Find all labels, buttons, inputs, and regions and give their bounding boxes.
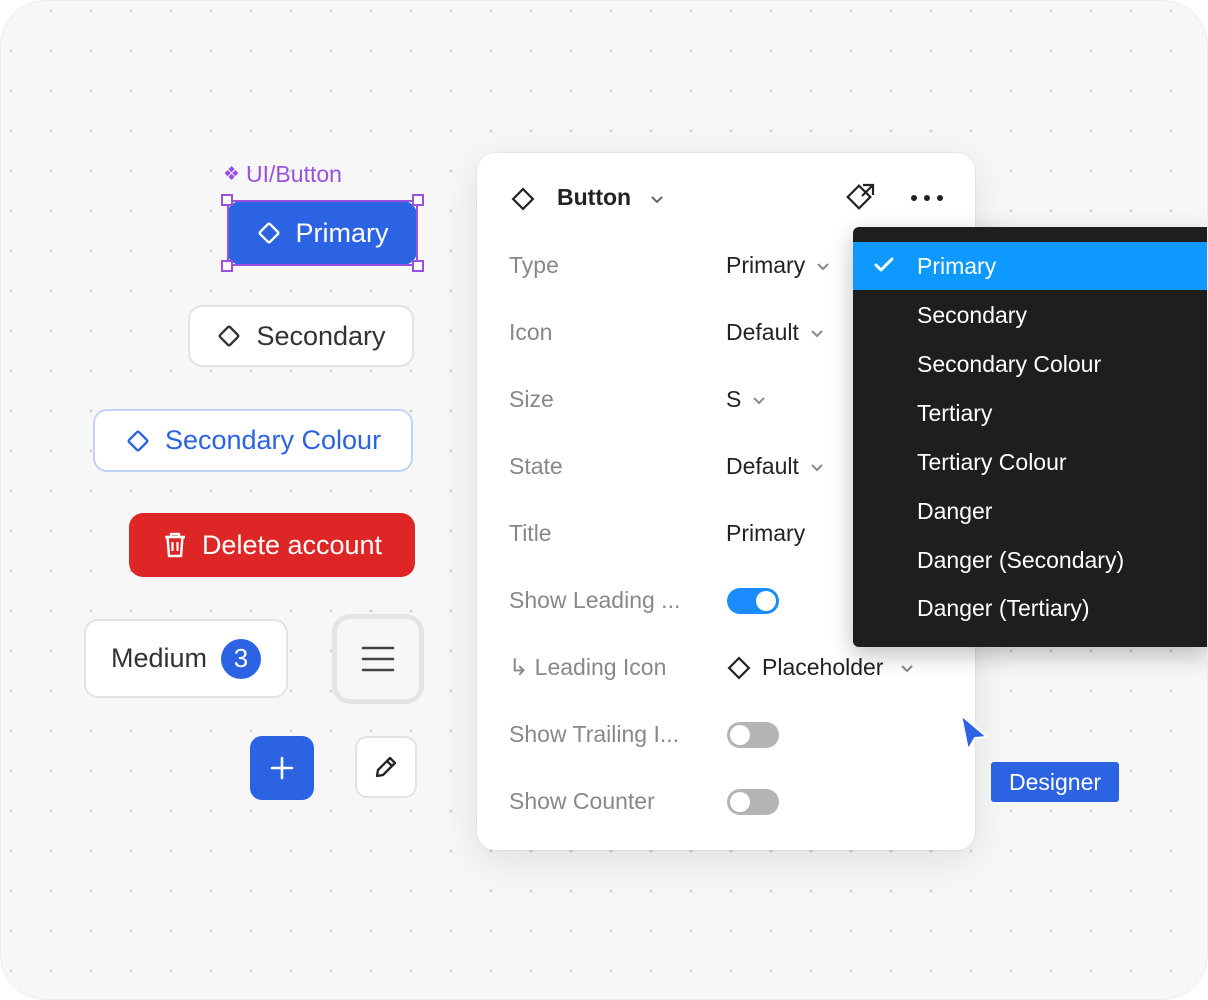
add-button[interactable] [250,736,314,800]
menu-button[interactable] [332,614,424,704]
dropdown-option-primary[interactable]: Primary [853,242,1207,290]
prop-title-value: Primary [726,520,806,546]
prop-title-input[interactable]: Primary [726,520,805,547]
prop-type-select[interactable]: Primary [726,252,831,279]
chevron-down-icon [811,329,823,337]
show-leading-toggle[interactable] [727,588,779,614]
prop-type-value: Primary [726,252,806,278]
show-counter-toggle[interactable] [727,789,779,815]
prop-label-icon: Icon [509,319,553,345]
detach-icon[interactable] [843,181,877,215]
prop-state-value: Default [726,453,799,479]
resize-handle-top-right[interactable] [412,194,424,206]
panel-title: Button [557,184,632,210]
show-trailing-toggle[interactable] [727,722,779,748]
dropdown-option-danger[interactable]: Danger [853,487,1207,535]
component-icon: ❖ [223,164,241,185]
chevron-down-icon [817,262,829,270]
trash-icon [164,532,185,558]
medium-counter-button[interactable]: Medium 3 [84,619,288,698]
resize-handle-bottom-left[interactable] [221,260,233,272]
medium-button-label: Medium [110,643,208,673]
diamond-icon [127,430,149,451]
cursor-arrow-icon [960,714,988,751]
prop-label-leading-icon: ↳ Leading Icon [509,654,667,680]
delete-account-button-label: Delete account [201,529,383,560]
diamond-icon [727,656,751,679]
prop-label-show-trailing: Show Trailing I... [509,721,680,747]
secondary-colour-button[interactable]: Secondary Colour [93,409,413,472]
prop-label-size: Size [509,386,554,412]
prop-icon-select[interactable]: Default [726,319,825,346]
selection-outline [227,200,418,266]
component-name-text: UI/Button [246,161,342,187]
prop-label-show-counter: Show Counter [509,788,655,814]
secondary-colour-button-label: Secondary Colour [164,425,382,455]
prop-state-select[interactable]: Default [726,453,825,480]
prop-size-value: S [726,386,742,412]
dropdown-option-secondary-colour[interactable]: Secondary Colour [853,340,1207,388]
prop-size-select[interactable]: S [726,386,767,413]
plus-icon [270,756,294,780]
dropdown-option-secondary[interactable]: Secondary [853,291,1207,339]
prop-leading-icon-value: Placeholder [762,654,884,680]
counter-badge: 3 [221,638,262,679]
component-name-label[interactable]: ❖ UI/Button [223,161,342,188]
design-canvas[interactable]: ❖ UI/Button Primary Secondary Secondary … [0,0,1208,1000]
chevron-down-icon [811,463,823,471]
prop-label-type: Type [509,252,559,278]
dropdown-option-tertiary[interactable]: Tertiary [853,389,1207,437]
dropdown-option-danger-tertiary[interactable]: Danger (Tertiary) [853,584,1207,632]
delete-account-button[interactable]: Delete account [129,513,415,577]
prop-label-title: Title [509,520,552,546]
secondary-button-label: Secondary [256,320,386,351]
diamond-icon [218,325,240,347]
prop-icon-value: Default [726,319,799,345]
chevron-down-icon[interactable] [649,191,665,207]
chevron-down-icon [753,396,766,404]
prop-label-show-leading: Show Leading ... [509,587,681,613]
resize-handle-top-left[interactable] [221,194,233,206]
check-icon [874,257,894,272]
hamburger-icon [361,646,395,672]
prop-label-state: State [509,453,563,479]
diamond-icon [511,187,535,211]
pencil-icon [375,756,397,778]
more-icon[interactable] [909,189,945,207]
secondary-button[interactable]: Secondary [188,305,414,367]
collaborator-cursor-label: Designer [991,762,1119,802]
chevron-down-icon [901,664,914,672]
prop-leading-icon-select[interactable]: Placeholder [726,654,915,681]
dropdown-option-tertiary-colour[interactable]: Tertiary Colour [853,438,1207,486]
resize-handle-bottom-right[interactable] [412,260,424,272]
edit-button[interactable] [355,736,417,798]
dropdown-option-danger-secondary[interactable]: Danger (Secondary) [853,536,1207,584]
